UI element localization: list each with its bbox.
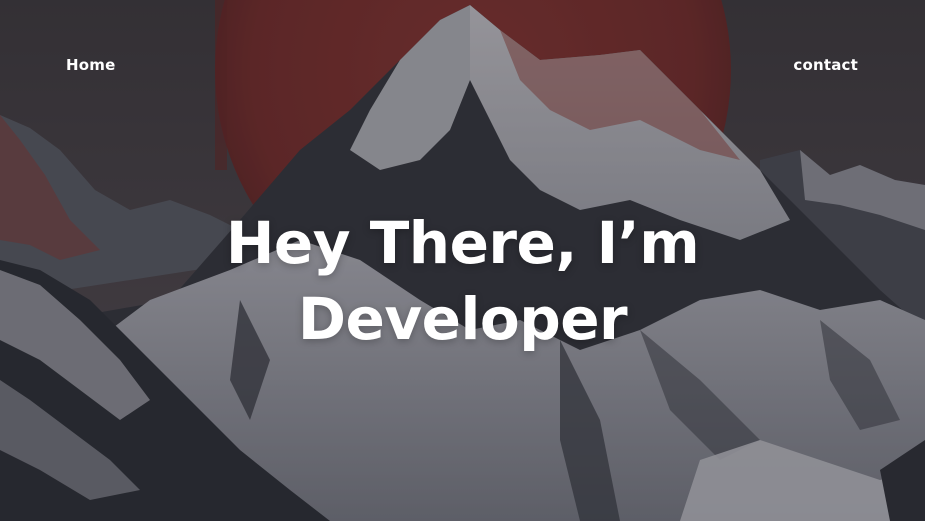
top-navigation: Home contact	[0, 56, 925, 78]
hero-headline-line1: Hey There, I’m	[225, 209, 700, 277]
nav-contact-link[interactable]: contact	[793, 56, 858, 74]
hero-section: Home contact Hey There, I’m Developer	[0, 0, 925, 521]
hero-headline-line2: Developer	[297, 285, 628, 353]
nav-home-link[interactable]: Home	[66, 56, 115, 74]
hero-headline: Hey There, I’m Developer	[0, 205, 925, 357]
